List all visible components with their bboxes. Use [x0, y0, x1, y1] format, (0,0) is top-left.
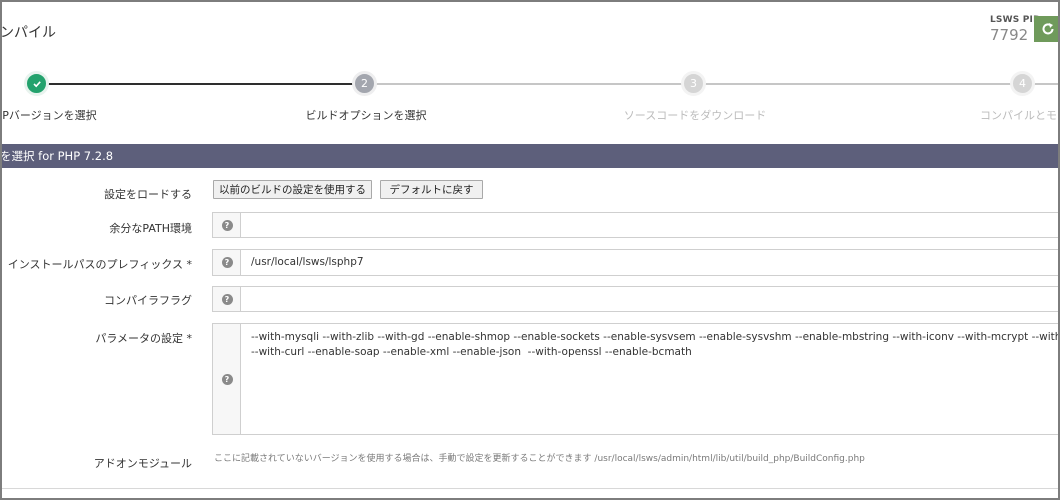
extra-path-label: 余分なPATH環境 — [109, 222, 192, 235]
params-textarea[interactable]: --with-mysqli --with-zlib --with-gd --en… — [240, 323, 1060, 435]
step-4-number: 4 — [1019, 77, 1026, 90]
params-label: パラメータの設定 * — [95, 332, 192, 345]
compiler-flags-label: コンパイラフラグ — [104, 294, 192, 307]
step-2-number: 2 — [361, 77, 368, 90]
install-prefix-help[interactable]: ? — [212, 249, 241, 276]
question-circle-icon: ? — [221, 257, 233, 268]
compiler-flags-help[interactable]: ? — [212, 286, 241, 312]
install-prefix-input[interactable]: /usr/local/lsws/lsphp7 — [240, 249, 1060, 276]
restart-button[interactable] — [1034, 16, 1060, 42]
step-1-label[interactable]: PHPバージョンを選択 — [0, 107, 97, 123]
section-header: を選択 for PHP 7.2.8 — [0, 144, 1060, 168]
use-previous-build-button[interactable]: 以前のビルドの設定を使用する — [213, 180, 372, 199]
check-icon — [32, 80, 41, 87]
install-prefix-label: インストールパスのプレフィックス * — [7, 258, 192, 271]
load-settings-label: 設定をロードする — [104, 188, 192, 201]
reset-default-button[interactable]: デフォルトに戻す — [380, 180, 483, 199]
section-title: を選択 for PHP 7.2.8 — [0, 149, 114, 163]
question-circle-icon: ? — [221, 373, 233, 385]
question-circle-icon: ? — [221, 219, 233, 231]
question-circle-icon: ? — [221, 293, 233, 305]
extra-path-input[interactable] — [240, 212, 1060, 238]
step-2-label[interactable]: ビルドオプションを選択 — [306, 107, 427, 123]
step-3-number: 3 — [690, 77, 697, 90]
params-help[interactable]: ? — [212, 323, 241, 435]
stepper-progress — [36, 83, 366, 85]
step-2-circle: 2 — [352, 71, 377, 96]
addon-modules-note: ここに記載されていないバージョンを使用する場合は、手動で設定を更新することができ… — [214, 454, 865, 464]
refresh-icon — [1042, 23, 1054, 35]
compiler-flags-input[interactable] — [240, 286, 1060, 312]
page-title: コンパイル — [0, 25, 56, 41]
step-3-label: ソースコードをダウンロード — [623, 109, 767, 122]
addon-modules-label: アドオンモジュール — [93, 457, 192, 470]
extra-path-help[interactable]: ? — [212, 212, 241, 238]
divider — [0, 488, 1060, 489]
step-4-circle: 4 — [1010, 71, 1035, 96]
step-1-circle — [24, 71, 49, 96]
step-4-label: コンパイルとモニ — [980, 109, 1060, 122]
step-3-circle: 3 — [681, 71, 706, 96]
